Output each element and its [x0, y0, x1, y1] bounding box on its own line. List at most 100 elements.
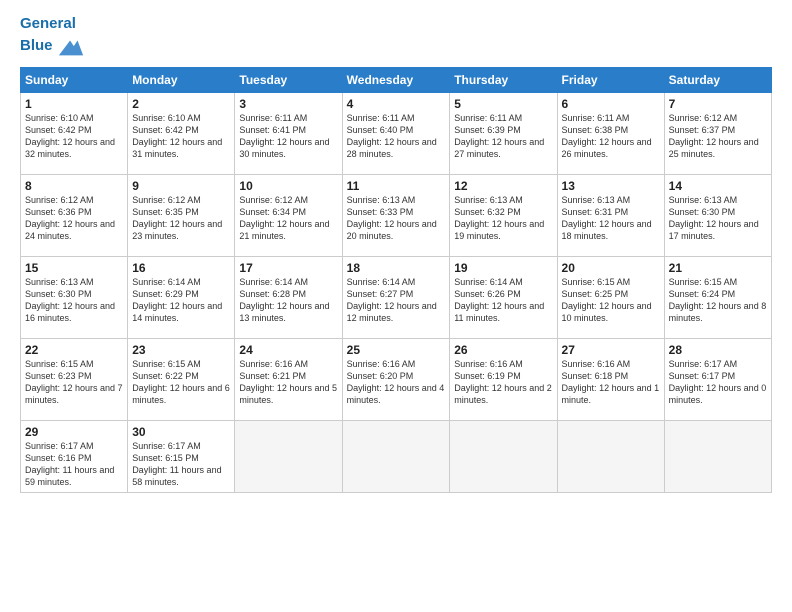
weekday-header-row: SundayMondayTuesdayWednesdayThursdayFrid…	[21, 67, 772, 92]
calendar-table: SundayMondayTuesdayWednesdayThursdayFrid…	[20, 67, 772, 493]
day-number: 17	[239, 261, 337, 275]
calendar-cell	[664, 420, 771, 492]
day-info: Sunrise: 6:10 AMSunset: 6:42 PMDaylight:…	[25, 112, 123, 161]
day-number: 12	[454, 179, 552, 193]
day-info: Sunrise: 6:11 AMSunset: 6:39 PMDaylight:…	[454, 112, 552, 161]
calendar-cell: 28Sunrise: 6:17 AMSunset: 6:17 PMDayligh…	[664, 338, 771, 420]
calendar-week-1: 1Sunrise: 6:10 AMSunset: 6:42 PMDaylight…	[21, 92, 772, 174]
calendar-cell: 10Sunrise: 6:12 AMSunset: 6:34 PMDayligh…	[235, 174, 342, 256]
calendar-cell: 29Sunrise: 6:17 AMSunset: 6:16 PMDayligh…	[21, 420, 128, 492]
logo-general: General	[20, 15, 76, 32]
day-number: 8	[25, 179, 123, 193]
calendar-cell: 2Sunrise: 6:10 AMSunset: 6:42 PMDaylight…	[128, 92, 235, 174]
day-number: 6	[562, 97, 660, 111]
calendar-cell: 7Sunrise: 6:12 AMSunset: 6:37 PMDaylight…	[664, 92, 771, 174]
day-number: 4	[347, 97, 446, 111]
day-info: Sunrise: 6:15 AMSunset: 6:25 PMDaylight:…	[562, 276, 660, 325]
logo: General Blue	[20, 16, 85, 61]
day-info: Sunrise: 6:11 AMSunset: 6:40 PMDaylight:…	[347, 112, 446, 161]
calendar-cell: 4Sunrise: 6:11 AMSunset: 6:40 PMDaylight…	[342, 92, 450, 174]
day-info: Sunrise: 6:14 AMSunset: 6:29 PMDaylight:…	[132, 276, 230, 325]
weekday-header-saturday: Saturday	[664, 67, 771, 92]
logo-text: General	[20, 16, 85, 33]
day-number: 21	[669, 261, 767, 275]
calendar-cell: 23Sunrise: 6:15 AMSunset: 6:22 PMDayligh…	[128, 338, 235, 420]
calendar-cell: 27Sunrise: 6:16 AMSunset: 6:18 PMDayligh…	[557, 338, 664, 420]
logo-blue: Blue	[20, 38, 53, 55]
calendar-cell: 15Sunrise: 6:13 AMSunset: 6:30 PMDayligh…	[21, 256, 128, 338]
day-info: Sunrise: 6:12 AMSunset: 6:37 PMDaylight:…	[669, 112, 767, 161]
day-info: Sunrise: 6:11 AMSunset: 6:38 PMDaylight:…	[562, 112, 660, 161]
calendar-cell: 16Sunrise: 6:14 AMSunset: 6:29 PMDayligh…	[128, 256, 235, 338]
day-number: 14	[669, 179, 767, 193]
day-info: Sunrise: 6:14 AMSunset: 6:28 PMDaylight:…	[239, 276, 337, 325]
day-info: Sunrise: 6:13 AMSunset: 6:33 PMDaylight:…	[347, 194, 446, 243]
day-info: Sunrise: 6:10 AMSunset: 6:42 PMDaylight:…	[132, 112, 230, 161]
day-number: 19	[454, 261, 552, 275]
day-number: 2	[132, 97, 230, 111]
calendar-cell: 19Sunrise: 6:14 AMSunset: 6:26 PMDayligh…	[450, 256, 557, 338]
day-number: 25	[347, 343, 446, 357]
calendar-cell: 22Sunrise: 6:15 AMSunset: 6:23 PMDayligh…	[21, 338, 128, 420]
calendar-cell: 9Sunrise: 6:12 AMSunset: 6:35 PMDaylight…	[128, 174, 235, 256]
page: General Blue SundayMondayTuesdayWednesda…	[0, 0, 792, 503]
day-info: Sunrise: 6:17 AMSunset: 6:15 PMDaylight:…	[132, 440, 230, 489]
calendar-cell	[342, 420, 450, 492]
day-number: 1	[25, 97, 123, 111]
calendar-week-2: 8Sunrise: 6:12 AMSunset: 6:36 PMDaylight…	[21, 174, 772, 256]
day-number: 10	[239, 179, 337, 193]
calendar-cell: 20Sunrise: 6:15 AMSunset: 6:25 PMDayligh…	[557, 256, 664, 338]
weekday-header-sunday: Sunday	[21, 67, 128, 92]
calendar-cell: 14Sunrise: 6:13 AMSunset: 6:30 PMDayligh…	[664, 174, 771, 256]
day-number: 13	[562, 179, 660, 193]
day-number: 18	[347, 261, 446, 275]
calendar-week-4: 22Sunrise: 6:15 AMSunset: 6:23 PMDayligh…	[21, 338, 772, 420]
day-info: Sunrise: 6:16 AMSunset: 6:19 PMDaylight:…	[454, 358, 552, 407]
day-number: 11	[347, 179, 446, 193]
calendar-cell: 1Sunrise: 6:10 AMSunset: 6:42 PMDaylight…	[21, 92, 128, 174]
day-number: 29	[25, 425, 123, 439]
calendar-week-3: 15Sunrise: 6:13 AMSunset: 6:30 PMDayligh…	[21, 256, 772, 338]
day-info: Sunrise: 6:14 AMSunset: 6:27 PMDaylight:…	[347, 276, 446, 325]
day-info: Sunrise: 6:13 AMSunset: 6:30 PMDaylight:…	[669, 194, 767, 243]
weekday-header-wednesday: Wednesday	[342, 67, 450, 92]
calendar-cell: 24Sunrise: 6:16 AMSunset: 6:21 PMDayligh…	[235, 338, 342, 420]
header: General Blue	[20, 16, 772, 61]
weekday-header-tuesday: Tuesday	[235, 67, 342, 92]
day-info: Sunrise: 6:13 AMSunset: 6:31 PMDaylight:…	[562, 194, 660, 243]
day-info: Sunrise: 6:15 AMSunset: 6:23 PMDaylight:…	[25, 358, 123, 407]
day-info: Sunrise: 6:15 AMSunset: 6:22 PMDaylight:…	[132, 358, 230, 407]
calendar-cell	[557, 420, 664, 492]
calendar-cell: 18Sunrise: 6:14 AMSunset: 6:27 PMDayligh…	[342, 256, 450, 338]
day-number: 28	[669, 343, 767, 357]
day-number: 5	[454, 97, 552, 111]
day-info: Sunrise: 6:13 AMSunset: 6:32 PMDaylight:…	[454, 194, 552, 243]
day-number: 15	[25, 261, 123, 275]
day-number: 30	[132, 425, 230, 439]
day-info: Sunrise: 6:17 AMSunset: 6:17 PMDaylight:…	[669, 358, 767, 407]
logo-icon	[57, 33, 85, 61]
day-number: 7	[669, 97, 767, 111]
day-info: Sunrise: 6:12 AMSunset: 6:34 PMDaylight:…	[239, 194, 337, 243]
calendar-cell: 21Sunrise: 6:15 AMSunset: 6:24 PMDayligh…	[664, 256, 771, 338]
calendar-cell	[235, 420, 342, 492]
calendar-cell: 30Sunrise: 6:17 AMSunset: 6:15 PMDayligh…	[128, 420, 235, 492]
day-number: 22	[25, 343, 123, 357]
day-info: Sunrise: 6:13 AMSunset: 6:30 PMDaylight:…	[25, 276, 123, 325]
calendar-cell: 25Sunrise: 6:16 AMSunset: 6:20 PMDayligh…	[342, 338, 450, 420]
calendar-cell: 17Sunrise: 6:14 AMSunset: 6:28 PMDayligh…	[235, 256, 342, 338]
day-number: 16	[132, 261, 230, 275]
calendar-cell: 13Sunrise: 6:13 AMSunset: 6:31 PMDayligh…	[557, 174, 664, 256]
day-info: Sunrise: 6:14 AMSunset: 6:26 PMDaylight:…	[454, 276, 552, 325]
day-info: Sunrise: 6:17 AMSunset: 6:16 PMDaylight:…	[25, 440, 123, 489]
day-info: Sunrise: 6:12 AMSunset: 6:36 PMDaylight:…	[25, 194, 123, 243]
day-info: Sunrise: 6:16 AMSunset: 6:18 PMDaylight:…	[562, 358, 660, 407]
calendar-cell: 26Sunrise: 6:16 AMSunset: 6:19 PMDayligh…	[450, 338, 557, 420]
weekday-header-monday: Monday	[128, 67, 235, 92]
day-number: 9	[132, 179, 230, 193]
day-number: 23	[132, 343, 230, 357]
calendar-cell: 12Sunrise: 6:13 AMSunset: 6:32 PMDayligh…	[450, 174, 557, 256]
day-number: 24	[239, 343, 337, 357]
weekday-header-thursday: Thursday	[450, 67, 557, 92]
calendar-cell: 6Sunrise: 6:11 AMSunset: 6:38 PMDaylight…	[557, 92, 664, 174]
